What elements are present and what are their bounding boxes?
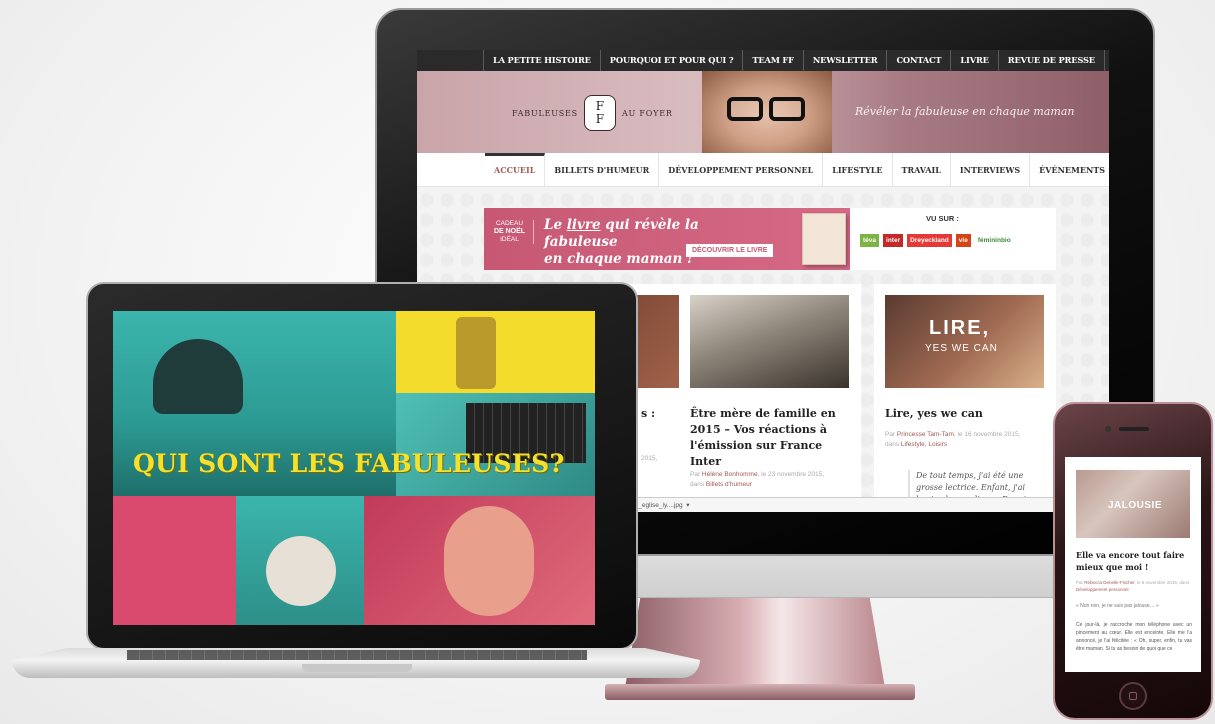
media-logo-inter: inter (883, 234, 904, 247)
smartphone: JALOUSIE Elle va encore tout faire mieux… (1053, 402, 1213, 720)
banner-pink-panel: CADEAU DE NOËL IDÉAL Le livre qui révèle… (484, 208, 850, 270)
tile-yellow-coat (396, 311, 595, 393)
banner-title-pre: Le (544, 217, 567, 233)
logo-ff-mark: F F (583, 95, 616, 131)
nav-item-lifestyle[interactable]: LIFESTYLE (823, 153, 893, 186)
article-meta-2: Par Hélène Bonhomme, le 23 novembre 2015… (690, 470, 850, 490)
laptop-screen-collage: QUI SONT LES FABULEUSES? (113, 311, 595, 625)
glasses-illustration (727, 97, 807, 121)
book-cover-image (802, 213, 846, 265)
logo-word-left: FABULEUSES (512, 108, 578, 118)
topnav-item-contact[interactable]: CONTACT (887, 50, 952, 71)
home-button[interactable] (1119, 682, 1147, 710)
meta-in-3: dans (885, 441, 901, 448)
coat-shape (456, 317, 496, 389)
seen-on-label: VU SUR : (926, 214, 959, 223)
phone-article-body: Ce jour-là, je raccroche mon téléphone a… (1076, 622, 1192, 652)
meta-date-3: , le 16 novembre 2015, (953, 431, 1021, 438)
cat-shape (266, 536, 336, 606)
article-meta-3: Par Princesse Tam-Tam, le 16 novembre 20… (885, 430, 1045, 450)
phone-article-quote: « Non non, je ne suis pas jalouse… » (1076, 603, 1159, 609)
face-shape (444, 506, 534, 616)
phone-article-title[interactable]: Elle va encore tout faire mieux que moi … (1076, 549, 1186, 573)
article-image-2 (690, 295, 849, 388)
media-logo-dreyeckland: Dreyeckland (907, 234, 952, 247)
gift-line-1: CADEAU (495, 220, 524, 227)
nav-item-accueil[interactable]: ACCUEIL (485, 153, 546, 186)
phone-author-link[interactable]: Rebecca Denelle-Fischer (1084, 580, 1134, 585)
banner-title-line2: en chaque maman ! (544, 251, 693, 267)
image-text-yes-we-can: YES WE CAN (925, 343, 998, 354)
tile-keyboard (396, 393, 595, 496)
nav-item-billets[interactable]: BILLETS D'HUMEUR (545, 153, 660, 186)
article-card-3[interactable]: LIRE, YES WE CAN Lire, yes we can Par Pr… (874, 284, 1056, 512)
nav-item-interviews[interactable]: INTERVIEWS (951, 153, 1031, 186)
category-link-2[interactable]: Billets d'humeur (706, 481, 752, 488)
hat-shape (153, 339, 243, 414)
phone-speaker (1119, 427, 1149, 431)
article-image-3: LIRE, YES WE CAN (885, 295, 1044, 388)
topnav-item-team[interactable]: TEAM FF (743, 50, 804, 71)
lens-right (769, 97, 805, 121)
book-promo-banner[interactable]: CADEAU DE NOËL IDÉAL Le livre qui révèle… (484, 208, 1056, 270)
topnav-item-newsletter[interactable]: NEWSLETTER (804, 50, 888, 71)
tile-flexing-arm (113, 496, 236, 625)
site-header: FABULEUSES F F AU FOYER Révéler la fabul… (417, 71, 1109, 153)
phone-image-label: JALOUSIE (1108, 500, 1163, 511)
banner-gift-label: CADEAU DE NOËL IDÉAL (490, 220, 534, 244)
home-square-icon (1129, 692, 1137, 700)
top-navigation: LA PETITE HISTOIRE POURQUOI ET POUR QUI … (417, 50, 1109, 71)
banner-title-underlined: livre (566, 217, 601, 233)
tile-woman-portrait (364, 496, 595, 625)
main-navigation: ACCUEIL BILLETS D'HUMEUR DÉVELOPPEMENT P… (417, 153, 1109, 187)
phone-camera (1105, 426, 1111, 432)
phone-website-screen: JALOUSIE Elle va encore tout faire mieux… (1065, 457, 1201, 672)
gift-line-3: IDÉAL (500, 236, 519, 243)
collage-headline: QUI SONT LES FABULEUSES? (133, 449, 565, 478)
media-logo-femininbio: fémininbio (974, 234, 1014, 247)
meta-date-2: , le 23 novembre 2015, (757, 471, 825, 478)
topnav-item-pourquoi[interactable]: POURQUOI ET POUR QUI ? (601, 50, 744, 71)
image-text-lire: LIRE, (929, 317, 991, 339)
article-title-3[interactable]: Lire, yes we can (885, 406, 1043, 422)
media-logo-teva: téva (860, 234, 880, 247)
nav-item-developpement[interactable]: DÉVELOPPEMENT PERSONNEL (659, 153, 824, 186)
topnav-item-livre[interactable]: LIVRE (951, 50, 999, 71)
phone-article-meta: Par Rebecca Denelle-Fischer, le 9 novemb… (1076, 579, 1194, 593)
author-link-3[interactable]: Princesse Tam-Tam (897, 431, 954, 438)
category-link-3[interactable]: Lifestyle, Loisirs (901, 441, 947, 448)
article-card-2[interactable]: Être mère de famille en 2015 – Vos réact… (679, 284, 861, 512)
topnav-item-revue[interactable]: REVUE DE PRESSE (999, 50, 1105, 71)
laptop-keyboard-edge (127, 650, 587, 660)
article-title-2[interactable]: Être mère de famille en 2015 – Vos réact… (690, 406, 848, 470)
phone-category-link[interactable]: Développement personnel (1076, 587, 1129, 592)
banner-title: Le livre qui révèle la fabuleuse en chaq… (544, 217, 774, 268)
meta-by-3: Par (885, 431, 897, 438)
phone-meta-date: , le 9 novembre 2015, dans (1134, 580, 1190, 585)
topnav-item-histoire[interactable]: LA PETITE HISTOIRE (483, 50, 601, 71)
laptop-notch (302, 664, 412, 672)
gift-line-2: DE NOËL (493, 228, 526, 235)
nav-item-travail[interactable]: TRAVAIL (893, 153, 951, 186)
header-photo (702, 71, 832, 153)
author-link-2[interactable]: Hélène Bonhomme (702, 471, 758, 478)
media-logo-vie: vie (955, 234, 971, 247)
logo-word-right: AU FOYER (621, 108, 673, 118)
laptop: QUI SONT LES FABULEUSES? (12, 282, 700, 702)
discover-book-button[interactable]: DÉCOUVRIR LE LIVRE (686, 244, 774, 257)
nav-item-evenements[interactable]: ÉVÉNEMENTS (1030, 153, 1109, 186)
phone-article-image[interactable]: JALOUSIE (1076, 470, 1190, 538)
site-tagline: Révéler la fabuleuse en chaque maman (855, 105, 1075, 118)
lens-left (727, 97, 763, 121)
media-logos: téva inter Dreyeckland vie fémininbio (860, 234, 1014, 247)
logo-mark-bottom: F (595, 112, 605, 126)
site-logo[interactable]: FABULEUSES F F AU FOYER (512, 95, 673, 131)
tile-cat (236, 496, 364, 625)
